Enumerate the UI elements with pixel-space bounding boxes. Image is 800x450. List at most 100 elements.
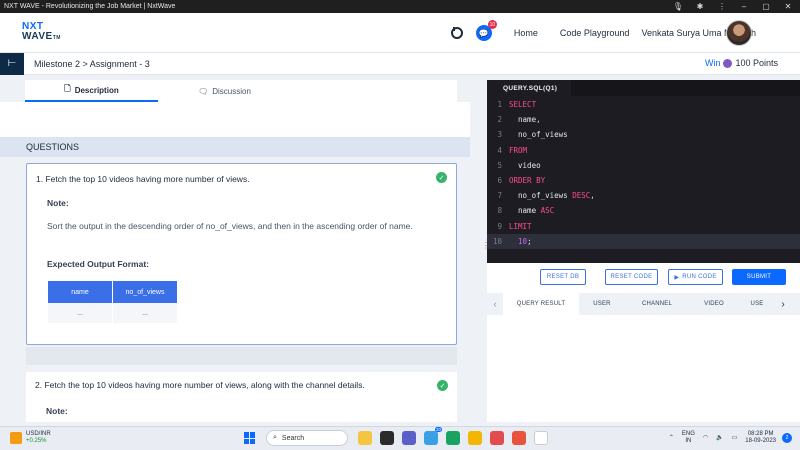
stock-widget[interactable]: USD/INR +0.25% [10, 431, 51, 445]
tab-user-2[interactable]: USE [739, 293, 775, 315]
notification-badge[interactable]: 2 [782, 433, 792, 443]
questions-header: QUESTIONS [0, 137, 470, 157]
os-taskbar: USD/INR +0.25% ⌕ Search 20 ⌃ ENG IN ◠ 🔈 … [0, 426, 800, 450]
timer-icon[interactable] [450, 26, 464, 40]
win-label: Win [704, 58, 721, 68]
reset-db-button[interactable]: RESET DB [540, 269, 586, 285]
code-line[interactable]: 1 SELECT [487, 97, 800, 112]
tab-channel[interactable]: CHANNEL [625, 293, 689, 315]
chevron-left-icon[interactable]: ‹ [487, 293, 503, 315]
task-view-icon[interactable] [380, 431, 394, 445]
code-text: 10; [518, 236, 532, 246]
submit-button[interactable]: SUBMIT [732, 269, 786, 285]
run-code-button[interactable]: ▶ RUN CODE [668, 269, 723, 285]
left-tabs: 🗋 Description 🗨 Discussion [25, 80, 457, 102]
minimize-icon[interactable]: – [738, 2, 750, 11]
table-cell: ... [48, 303, 112, 323]
win-points: Win 100 Points [705, 58, 778, 68]
expected-output-table: name no_of_views ... ... [47, 281, 178, 323]
edge-icon[interactable] [446, 431, 460, 445]
app-header: NXT WAVETM 💬 10 Home Code Playground Ven… [0, 13, 800, 53]
table-header: name [48, 281, 112, 303]
maximize-icon[interactable]: ▢ [760, 2, 772, 11]
chat-icon[interactable]: 💬 10 [475, 20, 497, 41]
code-text: ORDER BY [509, 176, 546, 186]
code-line[interactable]: 8 name ASC [487, 203, 800, 218]
editor-actions: RESET DB RESET CODE ▶ RUN CODE SUBMIT [487, 269, 800, 287]
code-line[interactable]: 5 video [487, 158, 800, 173]
line-number: 3 [497, 130, 502, 140]
line-number: 6 [497, 176, 502, 186]
breadcrumb[interactable]: Milestone 2 > Assignment - 3 [34, 59, 150, 69]
editor-tabbar: QUERY.SQL(Q1) [487, 80, 800, 96]
window-titlebar: NXT WAVE - Revolutionizing the Job Marke… [0, 0, 800, 13]
code-text: name, [509, 115, 541, 125]
line-number: 10 [492, 236, 502, 246]
extensions-icon[interactable]: ✱ [694, 2, 706, 11]
teams-icon[interactable] [402, 431, 416, 445]
clock[interactable]: 08:28 PM 18-09-2023 [745, 431, 776, 445]
language-indicator[interactable]: ENG IN [682, 431, 695, 445]
code-line[interactable]: 2 name, [487, 112, 800, 127]
editor-tab-query[interactable]: QUERY.SQL(Q1) [487, 80, 572, 96]
table-cell: ... [113, 303, 177, 323]
nav-code-playground[interactable]: Code Playground [560, 28, 630, 38]
question-title: 2. Fetch the top 10 videos having more n… [35, 380, 365, 390]
nav-home[interactable]: Home [514, 28, 538, 38]
chevron-up-icon[interactable]: ⌃ [669, 435, 674, 442]
code-text: name ASC [509, 206, 555, 216]
windows-start-icon[interactable] [244, 432, 256, 444]
line-number: 7 [497, 191, 502, 201]
code-line[interactable]: 4 FROM [487, 143, 800, 158]
line-number: 1 [497, 100, 502, 110]
tab-description[interactable]: 🗋 Description [25, 80, 158, 102]
tab-user[interactable]: USER [579, 293, 625, 315]
code-editor[interactable]: QUERY.SQL(Q1) 1 SELECT 2 name, 3 no_of_view… [487, 80, 800, 263]
line-number: 2 [497, 115, 502, 125]
nxtwave-logo[interactable]: NXT WAVETM [22, 22, 72, 43]
code-line[interactable]: 9 LIMIT [487, 219, 800, 234]
file-explorer-icon[interactable] [468, 431, 482, 445]
avatar[interactable] [726, 20, 752, 46]
nxtwave-app-icon[interactable] [534, 431, 548, 445]
mail-icon[interactable]: 20 [424, 427, 442, 445]
code-area[interactable]: 1 SELECT 2 name, 3 no_of_views 4 FROM 5 video 6… [487, 97, 800, 249]
tab-video[interactable]: VIDEO [689, 293, 739, 315]
line-number: 9 [497, 221, 502, 231]
reset-code-button[interactable]: RESET CODE [605, 269, 658, 285]
sidebar-toggle-icon[interactable]: ⊢ [0, 52, 24, 75]
microphone-icon[interactable]: 🎙 [672, 2, 684, 11]
code-text: FROM [509, 145, 528, 155]
battery-icon[interactable]: ▭ [732, 435, 738, 442]
close-icon[interactable]: ✕ [782, 2, 794, 11]
widgets-icon[interactable] [358, 431, 372, 445]
code-line[interactable]: 7 no_of_views DESC, [487, 188, 800, 203]
stock-change: +0.25% [26, 438, 47, 444]
question-card-2[interactable]: 2. Fetch the top 10 videos having more n… [26, 372, 457, 422]
brave-icon[interactable] [512, 431, 526, 445]
chevron-right-icon[interactable]: › [775, 293, 791, 315]
code-line[interactable]: 3 no_of_views [487, 127, 800, 142]
search-icon: ⌕ [273, 434, 277, 441]
stock-icon [10, 432, 22, 444]
drag-handle-icon[interactable]: ⋮ [482, 241, 490, 250]
more-icon[interactable]: ⋮ [716, 2, 728, 11]
system-tray: ⌃ ENG IN ◠ 🔈 ▭ 08:28 PM 18-09-2023 2 [661, 431, 792, 445]
app-icon[interactable] [490, 431, 504, 445]
table-header: no_of_views [113, 281, 177, 303]
code-line[interactable]: 6 ORDER BY [487, 173, 800, 188]
volume-icon[interactable]: 🔈 [716, 435, 723, 442]
chat-badge: 10 [487, 20, 497, 29]
editor-panel: QUERY.SQL(Q1) 1 SELECT 2 name, 3 no_of_view… [482, 80, 800, 422]
breadcrumb-bar: ⊢ Milestone 2 > Assignment - 3 Win 100 P… [0, 52, 800, 75]
question-card-1[interactable]: 1. Fetch the top 10 videos having more n… [26, 163, 457, 345]
code-text: no_of_views DESC, [509, 191, 595, 201]
tab-discussion[interactable]: 🗨 Discussion [158, 80, 291, 102]
tab-query-result[interactable]: QUERY RESULT [503, 293, 579, 315]
code-text: video [509, 160, 541, 170]
code-text: no_of_views [509, 130, 568, 140]
wifi-icon[interactable]: ◠ [703, 435, 708, 442]
taskbar-search[interactable]: ⌕ Search [266, 430, 348, 446]
question-spacer [26, 347, 457, 365]
code-line[interactable]: 10 10; [487, 233, 800, 249]
